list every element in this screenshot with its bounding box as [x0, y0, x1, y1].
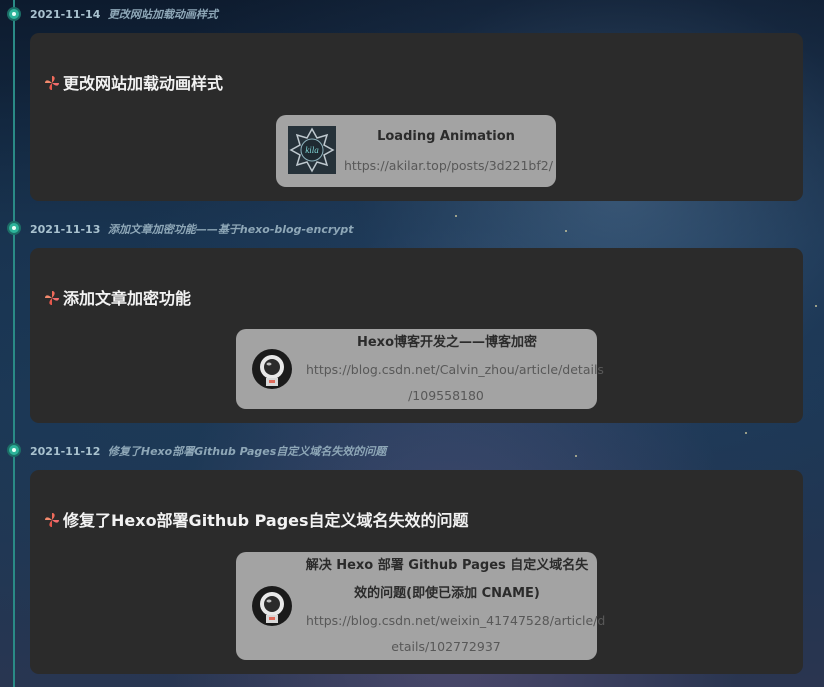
timeline-card: 添加文章加密功能 Hexo博客开发之——博客加密 https://blog.cs…: [30, 248, 803, 423]
timeline-dot: [7, 443, 21, 457]
card-title: 更改网站加载动画样式: [44, 70, 223, 94]
astronaut-avatar: [252, 586, 292, 626]
akilar-logo-thumb: kila: [288, 126, 336, 174]
timeline-date-row: 2021-11-13 添加文章加密功能——基于hexo-blog-encrypt: [30, 221, 354, 237]
entry-date: 2021-11-13: [30, 223, 101, 236]
entry-date: 2021-11-14: [30, 8, 101, 21]
timeline-dot: [7, 7, 21, 21]
link-title: Loading Animation: [377, 129, 515, 144]
entry-date-title[interactable]: 修复了Hexo部署Github Pages自定义域名失效的问题: [108, 445, 386, 458]
timeline-date-row: 2021-11-12 修复了Hexo部署Github Pages自定义域名失效的…: [30, 443, 386, 459]
card-title-text: 添加文章加密功能: [63, 289, 192, 308]
link-url-line2: /109558180: [408, 388, 484, 403]
timeline-date-row: 2021-11-14 更改网站加载动画样式: [30, 6, 218, 22]
link-url-line2: etails/102772937: [391, 639, 501, 654]
link-url-line1: https://blog.csdn.net/Calvin_zhou/articl…: [306, 362, 604, 377]
link-url-line1: https://blog.csdn.net/weixin_41747528/ar…: [306, 613, 606, 628]
pinwheel-icon: [45, 76, 59, 90]
pinwheel-icon: [45, 291, 59, 305]
link-title: Hexo博客开发之——博客加密: [356, 335, 537, 350]
link-title-line1: 解决 Hexo 部署 Github Pages 自定义域名失: [305, 558, 589, 573]
timeline-line: [13, 0, 15, 687]
entry-date-title[interactable]: 更改网站加载动画样式: [108, 8, 218, 21]
link-title-line2: 效的问题(即使已添加 CNAME): [354, 586, 540, 601]
card-title-text: 修复了Hexo部署Github Pages自定义域名失效的问题: [63, 511, 469, 530]
link-card[interactable]: kila Loading Animation https://akilar.to…: [276, 115, 556, 187]
pinwheel-icon: [45, 513, 59, 527]
card-title: 添加文章加密功能: [44, 285, 191, 309]
entry-date-title[interactable]: 添加文章加密功能——基于hexo-blog-encrypt: [108, 223, 354, 236]
card-title-text: 更改网站加载动画样式: [63, 74, 224, 93]
link-card[interactable]: Hexo博客开发之——博客加密 https://blog.csdn.net/Ca…: [236, 329, 604, 409]
astronaut-avatar: [252, 349, 292, 389]
timeline-card: 更改网站加载动画样式 kila Loading Animation https:…: [30, 33, 803, 201]
svg-text:kila: kila: [305, 145, 319, 155]
timeline-card: 修复了Hexo部署Github Pages自定义域名失效的问题 解决 Hexo …: [30, 470, 803, 674]
link-card[interactable]: 解决 Hexo 部署 Github Pages 自定义域名失 效的问题(即使已添…: [236, 552, 606, 660]
timeline-dot: [7, 221, 21, 235]
link-url: https://akilar.top/posts/3d221bf2/: [344, 158, 553, 173]
entry-date: 2021-11-12: [30, 445, 101, 458]
card-title: 修复了Hexo部署Github Pages自定义域名失效的问题: [44, 507, 469, 531]
